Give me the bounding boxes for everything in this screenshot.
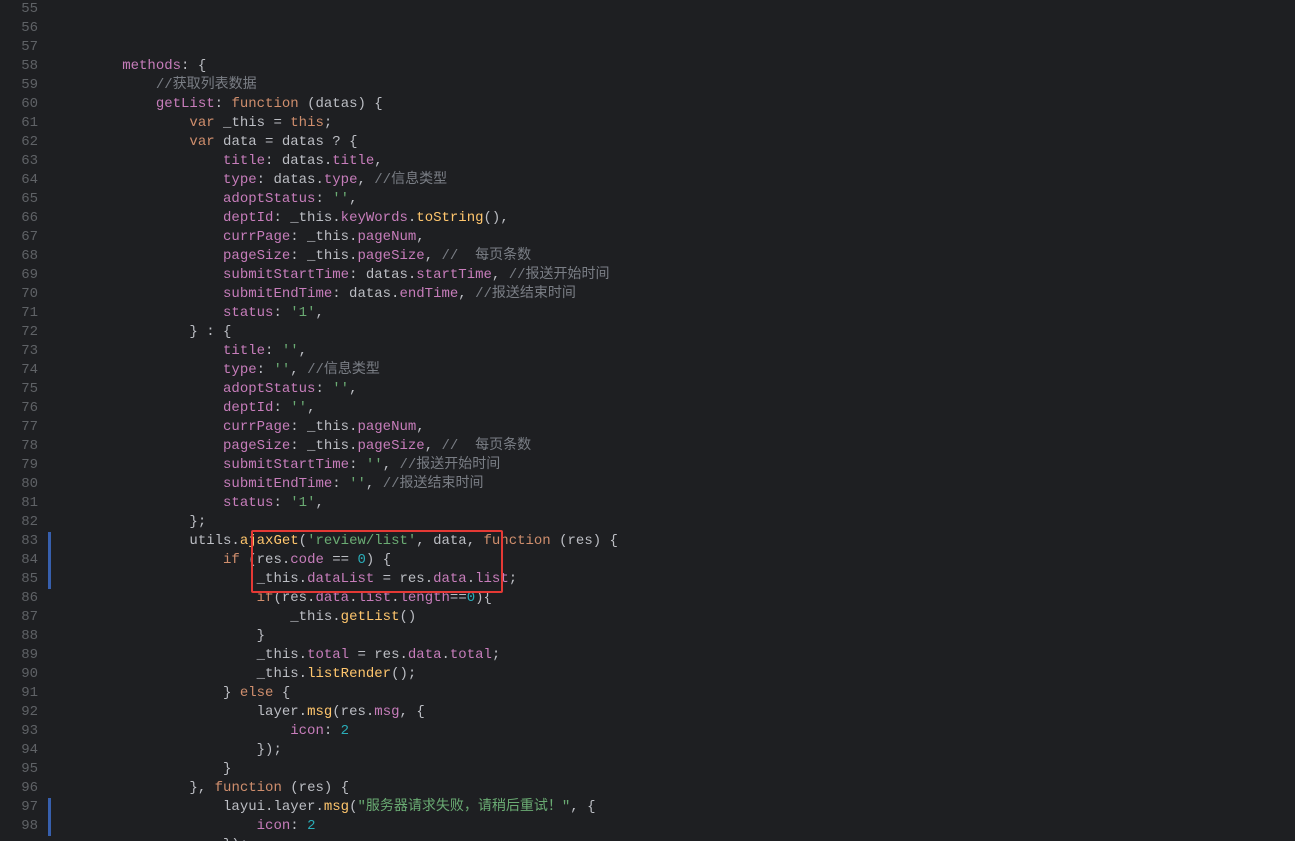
line-number: 66	[6, 209, 38, 228]
code-line[interactable]: pageSize: _this.pageSize, // 每页条数	[55, 247, 1295, 266]
code-line[interactable]: status: '1',	[55, 304, 1295, 323]
line-number: 95	[6, 760, 38, 779]
line-number: 71	[6, 304, 38, 323]
code-line[interactable]: submitEndTime: '', //报送结束时间	[55, 475, 1295, 494]
code-line[interactable]: adoptStatus: '',	[55, 190, 1295, 209]
line-number: 91	[6, 684, 38, 703]
code-line[interactable]: deptId: _this.keyWords.toString(),	[55, 209, 1295, 228]
line-number: 61	[6, 114, 38, 133]
code-line[interactable]: }	[55, 760, 1295, 779]
line-number: 60	[6, 95, 38, 114]
line-number: 85	[6, 570, 38, 589]
code-line[interactable]: submitEndTime: datas.endTime, //报送结束时间	[55, 285, 1295, 304]
code-line[interactable]: type: '', //信息类型	[55, 361, 1295, 380]
code-line[interactable]: deptId: '',	[55, 399, 1295, 418]
line-number: 65	[6, 190, 38, 209]
code-area[interactable]: methods: { //获取列表数据 getList: function (d…	[51, 0, 1295, 841]
code-editor[interactable]: 5556575859606162636465666768697071727374…	[0, 0, 1295, 841]
code-line[interactable]: } : {	[55, 323, 1295, 342]
line-number: 84	[6, 551, 38, 570]
line-number: 56	[6, 19, 38, 38]
line-number: 75	[6, 380, 38, 399]
code-line[interactable]: _this.total = res.data.total;	[55, 646, 1295, 665]
line-number: 87	[6, 608, 38, 627]
line-number: 88	[6, 627, 38, 646]
line-number: 79	[6, 456, 38, 475]
line-number: 86	[6, 589, 38, 608]
line-number: 83	[6, 532, 38, 551]
line-number: 67	[6, 228, 38, 247]
code-line[interactable]: methods: {	[55, 57, 1295, 76]
line-number: 72	[6, 323, 38, 342]
line-number: 58	[6, 57, 38, 76]
line-number: 90	[6, 665, 38, 684]
code-line[interactable]: adoptStatus: '',	[55, 380, 1295, 399]
line-number: 73	[6, 342, 38, 361]
code-line[interactable]: currPage: _this.pageNum,	[55, 228, 1295, 247]
code-line[interactable]: submitStartTime: '', //报送开始时间	[55, 456, 1295, 475]
code-line[interactable]: }	[55, 627, 1295, 646]
code-line[interactable]: currPage: _this.pageNum,	[55, 418, 1295, 437]
code-line[interactable]: _this.dataList = res.data.list;	[55, 570, 1295, 589]
line-number: 64	[6, 171, 38, 190]
line-number: 78	[6, 437, 38, 456]
code-line[interactable]: submitStartTime: datas.startTime, //报送开始…	[55, 266, 1295, 285]
code-line[interactable]: _this.getList()	[55, 608, 1295, 627]
line-number: 74	[6, 361, 38, 380]
line-number: 70	[6, 285, 38, 304]
code-line[interactable]: icon: 2	[55, 722, 1295, 741]
code-line[interactable]: layer.msg(res.msg, {	[55, 703, 1295, 722]
code-line[interactable]: //获取列表数据	[55, 76, 1295, 95]
code-line[interactable]: var data = datas ? {	[55, 133, 1295, 152]
line-number: 93	[6, 722, 38, 741]
code-line[interactable]: } else {	[55, 684, 1295, 703]
line-number: 68	[6, 247, 38, 266]
code-line[interactable]: title: '',	[55, 342, 1295, 361]
code-line[interactable]: status: '1',	[55, 494, 1295, 513]
line-number-gutter: 5556575859606162636465666768697071727374…	[0, 0, 48, 841]
code-line[interactable]: icon: 2	[55, 817, 1295, 836]
line-number: 55	[6, 0, 38, 19]
code-line[interactable]: _this.listRender();	[55, 665, 1295, 684]
line-number: 62	[6, 133, 38, 152]
line-number: 59	[6, 76, 38, 95]
code-line[interactable]: });	[55, 836, 1295, 841]
code-line[interactable]: type: datas.type, //信息类型	[55, 171, 1295, 190]
line-number: 98	[6, 817, 38, 836]
code-line[interactable]: if(res.data.list.length==0){	[55, 589, 1295, 608]
code-line[interactable]: };	[55, 513, 1295, 532]
code-line[interactable]: layui.layer.msg("服务器请求失败，请稍后重试！", {	[55, 798, 1295, 817]
line-number: 63	[6, 152, 38, 171]
line-number: 82	[6, 513, 38, 532]
code-line[interactable]: if (res.code == 0) {	[55, 551, 1295, 570]
line-number: 97	[6, 798, 38, 817]
line-number: 94	[6, 741, 38, 760]
line-number: 77	[6, 418, 38, 437]
code-line[interactable]: }, function (res) {	[55, 779, 1295, 798]
line-number: 76	[6, 399, 38, 418]
line-number: 92	[6, 703, 38, 722]
line-number: 89	[6, 646, 38, 665]
code-line[interactable]: pageSize: _this.pageSize, // 每页条数	[55, 437, 1295, 456]
line-number: 69	[6, 266, 38, 285]
code-line[interactable]: getList: function (datas) {	[55, 95, 1295, 114]
line-number: 80	[6, 475, 38, 494]
line-number: 57	[6, 38, 38, 57]
line-number: 81	[6, 494, 38, 513]
code-line[interactable]: utils.ajaxGet('review/list', data, funct…	[55, 532, 1295, 551]
line-number: 96	[6, 779, 38, 798]
code-line[interactable]: title: datas.title,	[55, 152, 1295, 171]
code-line[interactable]: var _this = this;	[55, 114, 1295, 133]
code-line[interactable]: });	[55, 741, 1295, 760]
